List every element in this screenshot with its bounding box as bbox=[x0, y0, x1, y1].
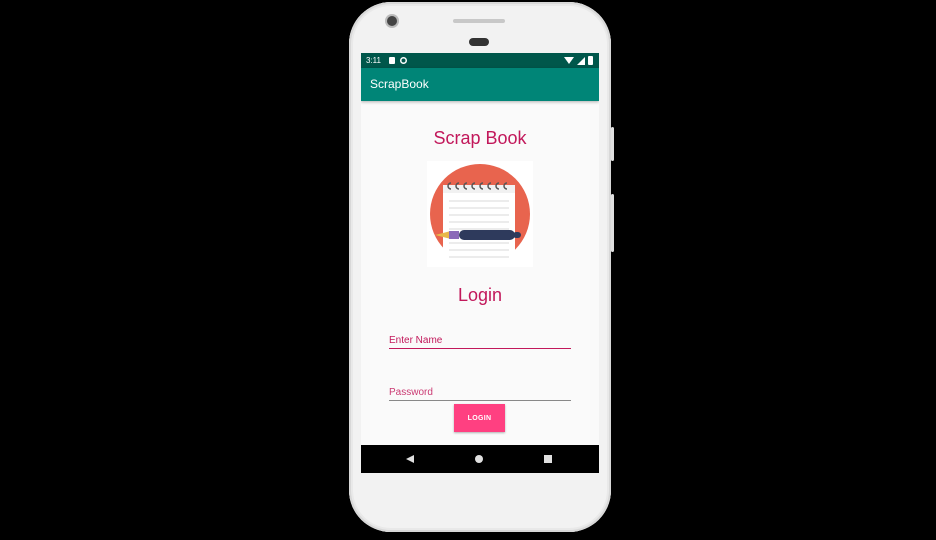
speaker-grille bbox=[453, 19, 505, 23]
sync-icon bbox=[400, 57, 407, 64]
login-heading: Login bbox=[457, 285, 503, 305]
phone-frame: 3:11 ScrapBook Scrap Book Login Enter Na… bbox=[349, 2, 614, 532]
login-button[interactable]: LOGIN bbox=[454, 404, 505, 432]
status-time: 3:11 bbox=[366, 56, 381, 65]
wifi-icon bbox=[564, 57, 574, 64]
app-heading: Scrap Book bbox=[433, 128, 527, 148]
back-icon[interactable] bbox=[406, 455, 414, 463]
cell-signal-icon bbox=[577, 56, 585, 65]
earpiece bbox=[469, 38, 489, 46]
battery-icon bbox=[588, 56, 593, 65]
home-icon[interactable] bbox=[475, 455, 483, 463]
power-button bbox=[611, 127, 614, 161]
app-screen: 3:11 ScrapBook Scrap Book Login Enter Na… bbox=[361, 53, 599, 473]
front-camera bbox=[387, 16, 397, 26]
navigation-bar bbox=[361, 445, 599, 473]
password-field-container bbox=[389, 382, 571, 401]
notepad-with-pen-icon bbox=[427, 161, 533, 267]
app-bar-title: ScrapBook bbox=[370, 77, 429, 91]
status-bar: 3:11 bbox=[361, 53, 599, 68]
name-input[interactable] bbox=[389, 332, 571, 349]
name-field-container bbox=[389, 330, 571, 349]
app-bar: ScrapBook bbox=[361, 68, 599, 101]
password-input[interactable] bbox=[389, 384, 571, 401]
recents-icon[interactable] bbox=[544, 455, 552, 463]
status-icons-right bbox=[564, 56, 593, 65]
volume-button bbox=[611, 194, 614, 252]
sd-card-icon bbox=[389, 57, 395, 64]
